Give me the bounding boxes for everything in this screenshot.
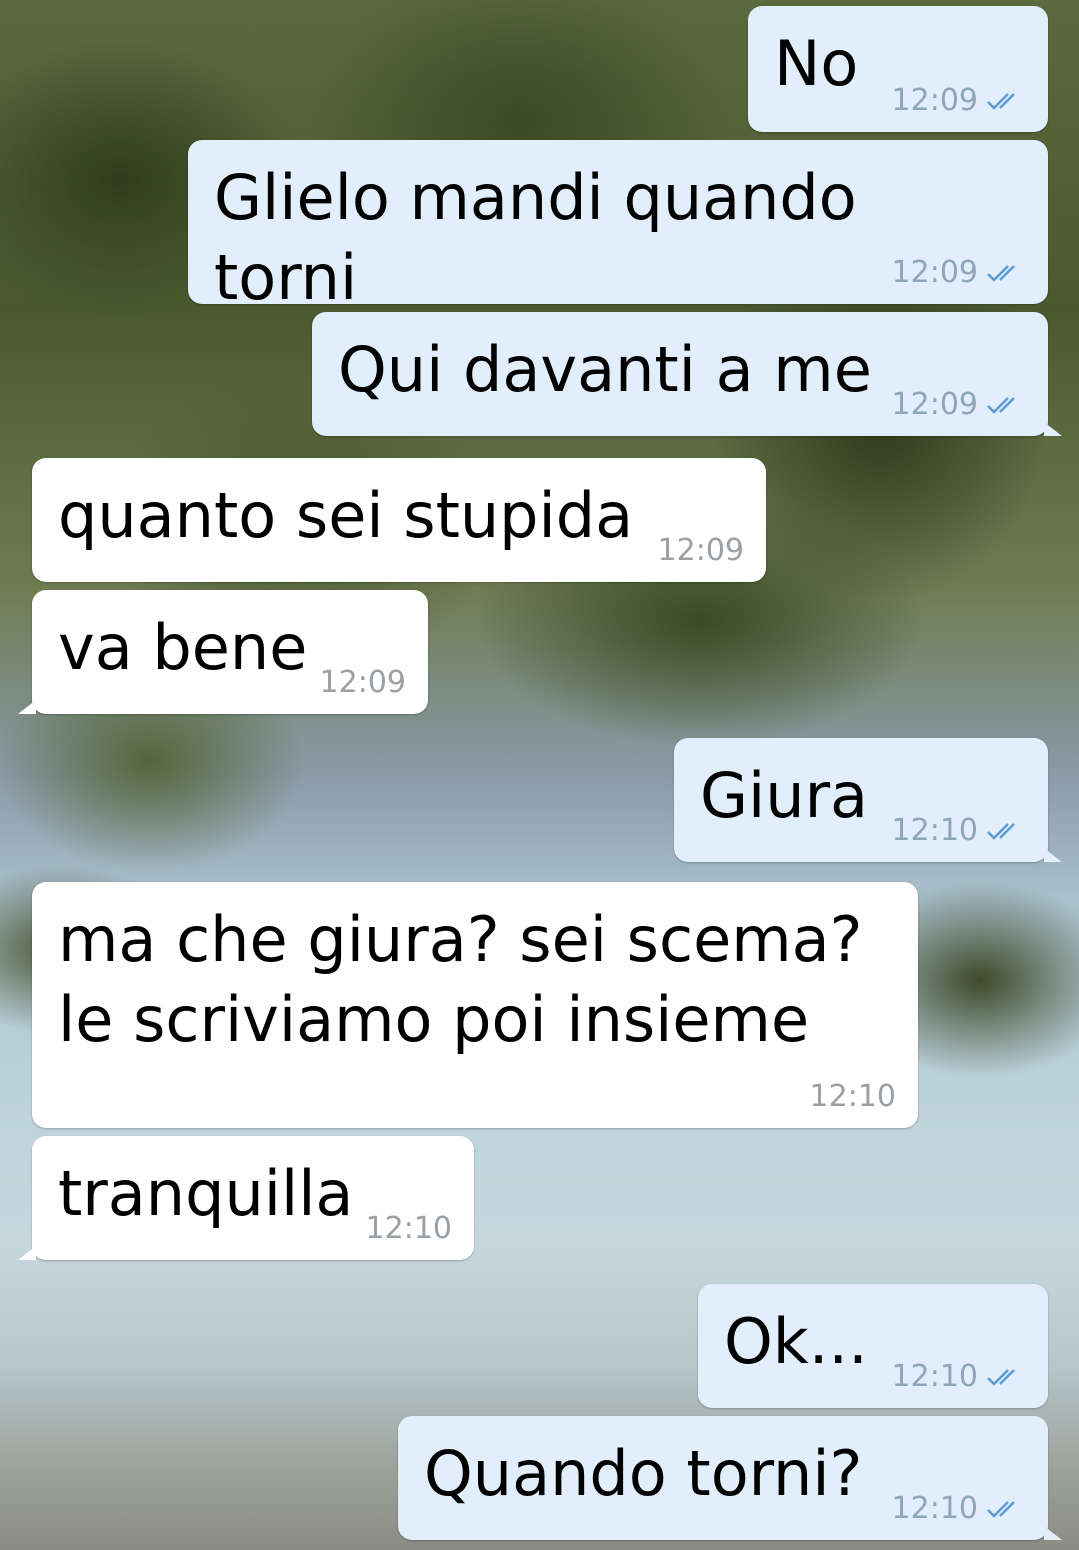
message-time: 12:09 [891,387,978,422]
message-text: Glielo mandi quando torni [214,161,857,314]
message-bubble-outgoing[interactable]: No 12:09 [748,6,1048,132]
message-text: va bene [58,611,308,684]
message-bubble-incoming[interactable]: tranquilla 12:10 [18,1136,474,1260]
message-text: Ok... [724,1305,868,1378]
double-check-icon [987,397,1015,414]
message-text: Giura [700,759,869,832]
message-meta: 12:09 [892,258,1026,288]
message-text: Qui davanti a me [338,333,872,406]
message-text: ma che giura? sei scema? le scriviamo po… [58,903,863,1056]
double-check-icon [987,265,1015,282]
message-meta: 12:10 [366,1214,452,1244]
message-meta: 12:09 [892,390,1026,420]
message-meta: 12:10 [892,1494,1026,1524]
message-text: quanto sei stupida [58,479,634,552]
message-time: 12:10 [891,1491,978,1526]
message-time: 12:10 [809,1079,896,1114]
message-text: tranquilla [58,1157,354,1230]
message-time: 12:10 [891,1359,978,1394]
bubble-tail [18,700,36,714]
message-meta: 12:10 [892,816,1026,846]
message-meta: 12:09 [892,86,1026,116]
message-time: 12:09 [319,665,406,700]
bubble-tail [18,1246,36,1260]
double-check-icon [987,1369,1015,1386]
message-bubble-outgoing[interactable]: Quando torni? 12:10 [398,1416,1062,1540]
message-bubble-incoming[interactable]: ma che giura? sei scema? le scriviamo po… [32,882,918,1128]
bubble-tail [1044,422,1062,436]
message-time: 12:09 [891,83,978,118]
message-bubble-incoming[interactable]: va bene 12:09 [18,590,428,714]
bubble-tail [1044,848,1062,862]
message-time: 12:09 [891,255,978,290]
message-bubble-outgoing[interactable]: Ok... 12:10 [698,1284,1048,1408]
message-text: No [774,27,859,100]
double-check-icon [987,1501,1015,1518]
message-meta: 12:10 [810,1082,896,1112]
bubble-tail [1044,1526,1062,1540]
message-text: Quando torni? [424,1437,863,1510]
message-time: 12:10 [891,813,978,848]
message-time: 12:10 [365,1211,452,1246]
message-bubble-incoming[interactable]: quanto sei stupida 12:09 [32,458,766,582]
message-meta: 12:09 [658,536,744,566]
chat-message-list[interactable]: No 12:09 Glielo mandi quando torni 12:09… [0,0,1079,1550]
message-meta: 12:09 [320,668,406,698]
double-check-icon [987,823,1015,840]
message-meta: 12:10 [892,1362,1026,1392]
message-time: 12:09 [657,533,744,568]
double-check-icon [987,93,1015,110]
message-bubble-outgoing[interactable]: Qui davanti a me 12:09 [312,312,1062,436]
message-bubble-outgoing[interactable]: Giura 12:10 [674,738,1062,862]
message-bubble-outgoing[interactable]: Glielo mandi quando torni 12:09 [188,140,1048,314]
